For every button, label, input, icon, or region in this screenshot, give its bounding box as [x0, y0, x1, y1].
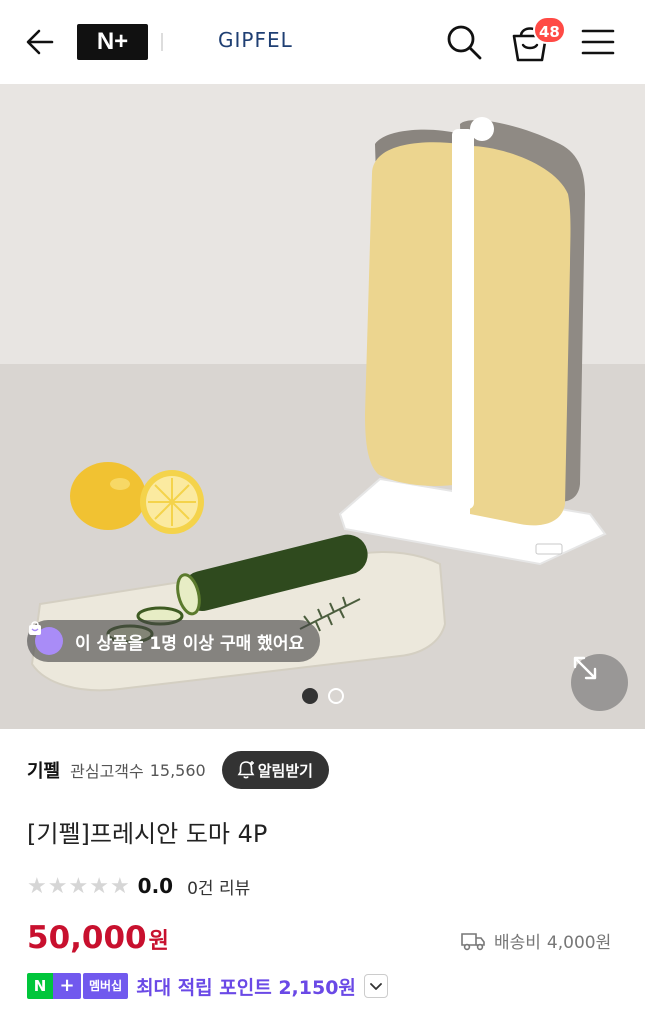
banner-text: 이 상품을 1명 이상 구매 했어요	[75, 633, 305, 654]
product-image-carousel[interactable]: 이 상품을 1명 이상 구매 했어요	[0, 84, 645, 729]
star-icon: ★	[68, 873, 89, 899]
shipping-label: 배송비	[494, 933, 541, 953]
points-expand-button[interactable]	[363, 974, 388, 998]
badge-plus: +	[53, 973, 81, 999]
carousel-dot-1[interactable]	[301, 688, 318, 704]
product-title: [기펠]프레시안 도마 4P	[27, 820, 268, 848]
fans-label: 관심고객수	[70, 762, 144, 781]
price-row: 50,000 원	[27, 920, 169, 956]
membership-label: 멤버십	[83, 973, 129, 999]
star-icon: ★	[47, 873, 68, 899]
search-button[interactable]	[444, 22, 484, 62]
purchase-info-banner: 이 상품을 1명 이상 구매 했어요	[27, 620, 321, 662]
star-icon: ★	[109, 873, 130, 899]
naver-plus-store-logo[interactable]: N+	[77, 24, 148, 60]
naver-plus-membership-badge: N +	[27, 973, 81, 999]
search-icon	[447, 25, 482, 60]
header-divider	[161, 33, 163, 51]
shipping-fee: 4,000원	[546, 933, 612, 953]
expand-diagonal-icon	[573, 656, 597, 680]
shopping-bag-badge-icon	[29, 621, 63, 655]
cart-count-badge: 48	[533, 16, 566, 44]
carousel-dot-2[interactable]	[327, 688, 344, 704]
shipping-info: 배송비 4,000원	[460, 928, 611, 953]
notification-subscribe-button[interactable]: 알림받기	[221, 751, 329, 789]
top-header: N+ GIPFEL 48	[0, 0, 645, 84]
hamburger-menu-icon	[581, 29, 615, 55]
arrow-left-icon	[26, 29, 54, 55]
bell-plus-icon	[237, 761, 255, 779]
delivery-truck-icon	[461, 932, 485, 950]
rating-value: 0.0	[137, 874, 174, 898]
alarm-button-label: 알림받기	[257, 761, 313, 780]
price-value: 50,000	[27, 920, 147, 956]
store-name[interactable]: 기펠	[27, 757, 60, 783]
carousel-indicator	[0, 688, 645, 704]
fans-count: 15,560	[149, 760, 206, 780]
star-icon: ★	[27, 873, 47, 899]
star-rating: ★ ★ ★ ★ ★	[27, 874, 130, 899]
star-icon: ★	[89, 873, 109, 899]
max-points-text: 최대 적립 포인트 2,150원	[136, 976, 356, 999]
store-info-row: 기펠 관심고객수 15,560 알림받기	[27, 750, 329, 790]
rating-row[interactable]: ★ ★ ★ ★ ★ 0.0 0건 리뷰	[27, 872, 250, 900]
chevron-down-icon	[370, 983, 382, 990]
nplus-logo-text: N+	[96, 28, 129, 55]
back-button[interactable]	[22, 24, 58, 60]
membership-points-row[interactable]: N + 멤버십 최대 적립 포인트 2,150원	[27, 971, 388, 1001]
badge-n: N	[27, 973, 53, 999]
review-count-link[interactable]: 0건 리뷰	[187, 874, 250, 899]
menu-button[interactable]	[580, 26, 616, 58]
price-currency: 원	[148, 929, 169, 954]
brand-logo[interactable]: GIPFEL	[218, 28, 293, 52]
